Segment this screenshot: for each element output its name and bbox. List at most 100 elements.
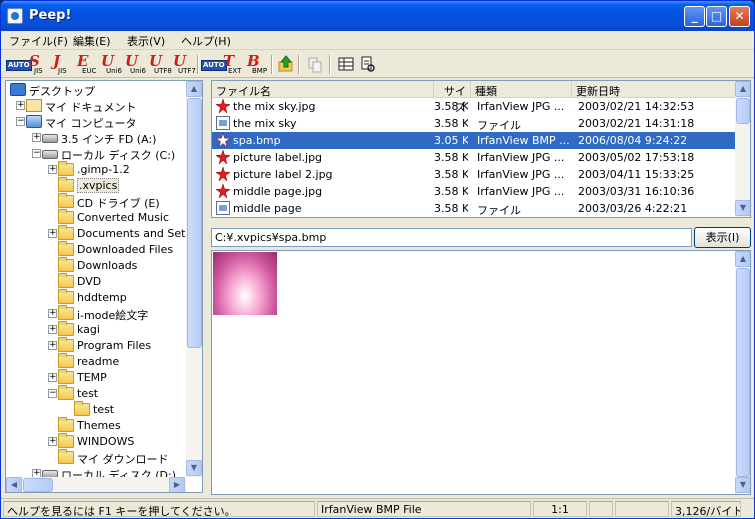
properties-button[interactable] (359, 54, 377, 75)
tree-item[interactable]: .xvpics (6, 177, 186, 194)
file-row[interactable]: middle page.jpg 3.58 KB IrfanView JPG ... 2… (212, 183, 736, 200)
tree-item[interactable]: デスクトップ (6, 82, 186, 98)
tree-item[interactable]: Downloads (6, 257, 186, 274)
jpg-icon (215, 166, 231, 182)
show-button[interactable]: 表示(I) (694, 227, 751, 248)
tree-hscroll-thumb[interactable] (23, 478, 53, 492)
column-name[interactable]: ファイル名 (212, 81, 434, 98)
euc-button[interactable]: E EUC (77, 54, 99, 75)
file-row[interactable]: spa.bmp 3.05 KB IrfanView BMP ... 2006/08/0… (212, 132, 736, 149)
details-view-button[interactable] (337, 54, 355, 75)
preview-scroll-down-button[interactable]: ▼ (735, 477, 750, 493)
column-modified[interactable]: 更新日時 (572, 81, 736, 98)
bmp-mode-button[interactable]: B BMP (247, 54, 269, 75)
unicode-le-button[interactable]: U Uni6 (101, 54, 123, 75)
column-size[interactable]: サイズ (434, 81, 471, 114)
tree-scroll-thumb[interactable] (187, 98, 202, 348)
preview-scrollbar[interactable]: ▲ ▼ (735, 251, 750, 494)
tree-item[interactable]: Themes (6, 417, 186, 434)
up-folder-button[interactable] (277, 54, 295, 75)
tree-item[interactable]: test (6, 401, 186, 418)
preview-scroll-thumb[interactable] (736, 268, 750, 477)
maximize-button[interactable]: □ (706, 6, 727, 27)
expand-icon[interactable]: + (48, 373, 57, 382)
tree-item[interactable]: Converted Music (6, 209, 186, 226)
file-row[interactable]: picture label 2.jpg 3.58 KB IrfanView JPG … (212, 166, 736, 183)
file-type: IrfanView BMP ... (477, 134, 569, 147)
tree-scroll-right-button[interactable]: ▶ (169, 477, 185, 492)
tree-item[interactable]: +3.5 インチ FD (A:) (6, 130, 186, 146)
tree-item[interactable]: + Documents and Set (6, 225, 186, 242)
tree-item-label: TEMP (77, 371, 107, 384)
tree-item[interactable]: − test (6, 385, 186, 402)
column-type[interactable]: 種類 (471, 81, 572, 98)
tree-item[interactable]: + マイ ドキュメント (6, 98, 186, 114)
tree-scroll-left-button[interactable]: ◀ (6, 477, 22, 492)
expand-icon[interactable]: + (48, 165, 57, 174)
auto-mode-button[interactable]: AUTO (201, 54, 227, 75)
tree-scroll-up-button[interactable]: ▲ (186, 81, 202, 97)
close-button[interactable]: ✕ (729, 6, 750, 27)
tree-item[interactable]: + WINDOWS (6, 433, 186, 450)
expand-icon[interactable]: + (48, 341, 57, 350)
tree-item-label: Downloads (77, 259, 138, 272)
minimize-button[interactable]: _ (684, 6, 705, 27)
path-field[interactable]: C:¥.xvpics¥spa.bmp (211, 228, 692, 247)
tree-horizontal-scrollbar[interactable]: ◀ ▶ (6, 477, 186, 492)
expand-icon[interactable]: + (48, 325, 57, 334)
menu-view[interactable]: 表示(V) (127, 33, 165, 49)
collapse-icon[interactable]: − (16, 117, 25, 126)
text-mode-button[interactable]: T EXT (223, 54, 245, 75)
tree-item[interactable]: + Program Files (6, 337, 186, 354)
folder-icon (58, 321, 74, 336)
file-list-scroll-up-button[interactable]: ▲ (735, 81, 750, 97)
utf7-button[interactable]: U UTF7 (173, 54, 196, 75)
tree-item[interactable]: Downloaded Files (6, 241, 186, 258)
file-row[interactable]: the mix sky.jpg 3.58 KB IrfanView JPG ... 2… (212, 98, 736, 115)
collapse-icon[interactable]: − (48, 389, 57, 398)
tree-item[interactable]: + i-mode絵文字 (6, 305, 186, 322)
preview-scroll-up-button[interactable]: ▲ (735, 251, 750, 267)
expand-icon[interactable]: + (32, 133, 41, 142)
file-row[interactable]: middle page 3.58 KB ファイル 2003/03/26 4:22:21 (212, 200, 736, 217)
tree-item[interactable]: マイ ダウンロード (6, 449, 186, 466)
folder-tree[interactable]: デスクトップ + マイ ドキュメント − マイ コンピュータ +3.5 インチ FD (A… (5, 80, 203, 493)
title-bar[interactable]: Peep! _ □ ✕ (1, 1, 754, 31)
tree-vertical-scrollbar[interactable]: ▲ ▼ (186, 81, 202, 477)
expand-icon[interactable]: + (48, 229, 57, 238)
tree-item-label: Downloaded Files (77, 243, 174, 256)
utf8-button[interactable]: U UTF8 (149, 54, 172, 75)
menu-help[interactable]: ヘルプ(H) (181, 33, 231, 49)
collapse-icon[interactable]: − (32, 149, 41, 158)
auto-detect-button[interactable]: AUTO (6, 54, 32, 75)
expand-icon[interactable]: + (16, 101, 25, 110)
file-icon (216, 201, 230, 215)
tree-scroll-down-button[interactable]: ▼ (186, 460, 202, 476)
expand-icon[interactable]: + (48, 437, 57, 446)
file-list-scroll-thumb[interactable] (736, 98, 750, 124)
tree-item[interactable]: − マイ コンピュータ (6, 114, 186, 130)
file-list-scroll-down-button[interactable]: ▼ (735, 200, 750, 216)
copy-button[interactable] (306, 54, 324, 75)
folder-icon (58, 289, 74, 304)
tree-item[interactable]: + .gimp-1.2 (6, 161, 186, 178)
tree-item[interactable]: readme (6, 353, 186, 370)
file-list-scrollbar[interactable]: ▲ ▼ (735, 81, 750, 217)
expand-icon[interactable]: + (48, 309, 57, 318)
menu-file[interactable]: ファイル(F) (9, 33, 68, 49)
unicode-be-button[interactable]: U Uni6 (125, 54, 147, 75)
file-list[interactable]: ファイル名 サイズ 種類 更新日時 the mix sky.jpg 3.58 KB… (211, 80, 751, 218)
tree-item[interactable]: + TEMP (6, 369, 186, 386)
tree-item[interactable]: CD ドライブ (E) (6, 193, 186, 210)
tree-item[interactable]: + kagi (6, 321, 186, 338)
preview-pane[interactable]: ▲ ▼ (211, 250, 751, 495)
file-row[interactable]: picture label.jpg 3.58 KB IrfanView JPG ..… (212, 149, 736, 166)
file-row[interactable]: the mix sky 3.58 KB ファイル 2003/02/21 14:31:1… (212, 115, 736, 132)
tree-item[interactable]: DVD (6, 273, 186, 290)
sjis-button[interactable]: S JIS (29, 54, 51, 75)
jis-button[interactable]: J JIS (53, 54, 75, 75)
tree-item[interactable]: − ローカル ディスク (C:) (6, 146, 186, 162)
tree-item-label: DVD (77, 275, 102, 288)
tree-item[interactable]: hddtemp (6, 289, 186, 306)
menu-edit[interactable]: 編集(E) (73, 33, 111, 49)
